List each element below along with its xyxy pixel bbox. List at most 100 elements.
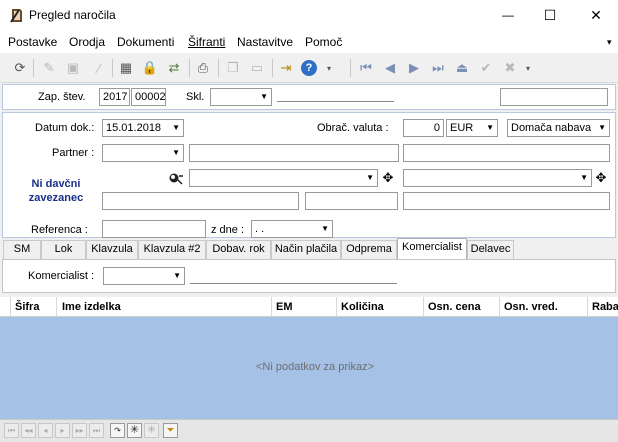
help-icon[interactable]: ? bbox=[301, 60, 317, 76]
chevron-down-icon: ▼ bbox=[486, 123, 494, 132]
post-field[interactable] bbox=[305, 192, 398, 210]
title-bar: Pregled naročila — ☐ ✕ bbox=[0, 0, 618, 31]
close-button[interactable]: ✕ bbox=[584, 4, 608, 26]
prev-row-icon[interactable]: ◂ bbox=[38, 423, 53, 438]
save-icon[interactable]: ▣ bbox=[64, 59, 82, 77]
empty-grid-message: <Ni podatkov za prikaz> bbox=[255, 361, 374, 373]
tab-klavzula[interactable]: Klavzula bbox=[86, 240, 138, 259]
partner-label: Partner : bbox=[52, 147, 95, 159]
prev-record-icon[interactable]: ◀ bbox=[381, 59, 399, 77]
column-sifra[interactable]: Šifra bbox=[15, 301, 39, 313]
confirm-icon[interactable]: ✔ bbox=[477, 59, 495, 77]
items-grid-body[interactable]: <Ni podatkov za prikaz> bbox=[0, 317, 618, 419]
refresh-grid-icon[interactable]: ↷ bbox=[110, 423, 125, 438]
app-icon bbox=[10, 8, 24, 23]
cancel-icon[interactable]: ✖ bbox=[501, 59, 519, 77]
partner-extra-field[interactable] bbox=[403, 144, 610, 162]
tab-klavzula-2[interactable]: Klavzula #2 bbox=[138, 240, 206, 259]
tab-komercialist[interactable]: Komercialist bbox=[397, 238, 467, 259]
first-record-icon[interactable]: ⏮ bbox=[357, 59, 375, 77]
address-add-icon[interactable]: ✥ bbox=[381, 170, 395, 186]
z-dne-label: z dne : bbox=[211, 224, 245, 236]
nabava-combo[interactable]: Domača nabava ▼ bbox=[507, 119, 610, 137]
obrac-amount-field[interactable]: 0 bbox=[403, 119, 444, 137]
delete-row-icon[interactable]: ✳ bbox=[144, 423, 159, 438]
lock-icon[interactable]: 🔒 bbox=[141, 59, 159, 77]
window-title: Pregled naročila bbox=[29, 8, 116, 22]
maximize-button[interactable]: ☐ bbox=[538, 4, 562, 26]
column-kolicina[interactable]: Količina bbox=[341, 301, 384, 313]
transfer-icon[interactable]: ⇄ bbox=[165, 59, 183, 77]
tab-odprema[interactable]: Odprema bbox=[341, 240, 397, 259]
zap-year-field[interactable]: 2017 bbox=[99, 88, 130, 106]
eject-icon[interactable]: ⏏ bbox=[453, 59, 471, 77]
column-em[interactable]: EM bbox=[276, 301, 293, 313]
skl-name-underline bbox=[277, 101, 394, 102]
partner-combo[interactable]: ▼ bbox=[102, 144, 184, 162]
komercialist-combo[interactable]: ▼ bbox=[103, 267, 185, 285]
filter-icon[interactable]: ⏷ bbox=[163, 423, 178, 438]
copy-icon[interactable]: ❐ bbox=[224, 59, 242, 77]
edit-icon[interactable]: ✎ bbox=[40, 59, 58, 77]
help-dropdown-icon[interactable]: ▾ bbox=[320, 59, 338, 77]
ni-davcni-label: Ni davčni zavezanec bbox=[28, 178, 84, 204]
menu-orodja[interactable]: Orodja bbox=[69, 35, 105, 49]
calculator-icon[interactable]: ▦ bbox=[117, 59, 135, 77]
column-osn-cena[interactable]: Osn. cena bbox=[428, 301, 481, 313]
tab-delavec[interactable]: Delavec bbox=[467, 240, 514, 259]
obrac-valuta-label: Obrač. valuta : bbox=[317, 122, 389, 134]
address-right-combo[interactable]: ▼ bbox=[403, 169, 592, 187]
brush-icon[interactable]: ⁄ bbox=[90, 59, 108, 77]
zap-number-field[interactable]: 00002 bbox=[131, 88, 166, 106]
exit-icon[interactable]: ⇥ bbox=[277, 59, 295, 77]
chevron-down-icon: ▼ bbox=[173, 271, 181, 280]
next-record-icon[interactable]: ▶ bbox=[405, 59, 423, 77]
header-right-field[interactable] bbox=[500, 88, 608, 106]
user-lookup-icon[interactable] bbox=[168, 172, 184, 186]
datum-picker[interactable]: 15.01.2018 ▼ bbox=[102, 119, 184, 137]
komercialist-name-underline bbox=[190, 283, 397, 284]
column-ime-izdelka[interactable]: Ime izdelka bbox=[62, 301, 121, 313]
document-icon[interactable]: ▭ bbox=[248, 59, 266, 77]
column-raba[interactable]: Raba bbox=[592, 301, 618, 313]
nav-dropdown-icon[interactable]: ▾ bbox=[519, 59, 537, 77]
toolbar: ⟳ ✎ ▣ ⁄ ▦ 🔒 ⇄ ⎙ ❐ ▭ ⇥ ? ▾ ⏮ ◀ ▶ ⏭ ⏏ ✔ ✖ … bbox=[0, 53, 618, 83]
address-line-field[interactable] bbox=[102, 192, 299, 210]
chevron-down-icon: ▼ bbox=[366, 173, 374, 182]
address-right-add-icon[interactable]: ✥ bbox=[594, 170, 608, 186]
print-icon[interactable]: ⎙ bbox=[194, 59, 212, 77]
menu-sifranti[interactable]: Šifranti bbox=[188, 35, 225, 49]
next-row-icon[interactable]: ▸ bbox=[55, 423, 70, 438]
menu-pomoc[interactable]: Pomoč bbox=[305, 35, 342, 49]
tab-sm[interactable]: SM bbox=[3, 240, 41, 259]
currency-combo[interactable]: EUR ▼ bbox=[446, 119, 498, 137]
tab-lok[interactable]: Lok bbox=[41, 240, 86, 259]
referenca-field[interactable] bbox=[102, 220, 206, 238]
menu-overflow-icon[interactable]: ▾ bbox=[607, 37, 612, 48]
tab-nacin-placila[interactable]: Način plačila bbox=[271, 240, 341, 259]
tab-dobav-rok[interactable]: Dobav. rok bbox=[206, 240, 271, 259]
chevron-down-icon: ▼ bbox=[260, 92, 268, 101]
menu-postavke[interactable]: Postavke bbox=[8, 35, 57, 49]
datum-label: Datum dok.: bbox=[35, 122, 95, 134]
tab-content-panel bbox=[2, 259, 616, 293]
refresh-icon[interactable]: ⟳ bbox=[11, 59, 29, 77]
menu-nastavitve[interactable]: Nastavitve bbox=[237, 35, 293, 49]
z-dne-picker[interactable]: . . ▼ bbox=[251, 220, 333, 238]
address-combo[interactable]: ▼ bbox=[189, 169, 378, 187]
next-page-icon[interactable]: ▸▸ bbox=[72, 423, 87, 438]
new-row-icon[interactable]: ✳ bbox=[127, 423, 142, 438]
first-page-icon[interactable]: ⏮ bbox=[4, 423, 19, 438]
minimize-button[interactable]: — bbox=[496, 4, 520, 26]
chevron-down-icon: ▼ bbox=[172, 148, 180, 157]
menu-dokumenti[interactable]: Dokumenti bbox=[117, 35, 174, 49]
grid-navigator: ⏮ ◂◂ ◂ ▸ ▸▸ ⏭ ↷ ✳ ✳ ⏷ bbox=[0, 419, 618, 442]
skl-combo[interactable]: ▼ bbox=[210, 88, 272, 106]
column-osn-vred[interactable]: Osn. vred. bbox=[504, 301, 558, 313]
last-page-icon[interactable]: ⏭ bbox=[89, 423, 104, 438]
chevron-down-icon: ▼ bbox=[580, 173, 588, 182]
partner-name-field[interactable] bbox=[189, 144, 399, 162]
last-record-icon[interactable]: ⏭ bbox=[429, 59, 447, 77]
prev-page-icon[interactable]: ◂◂ bbox=[21, 423, 36, 438]
country-field[interactable] bbox=[403, 192, 610, 210]
